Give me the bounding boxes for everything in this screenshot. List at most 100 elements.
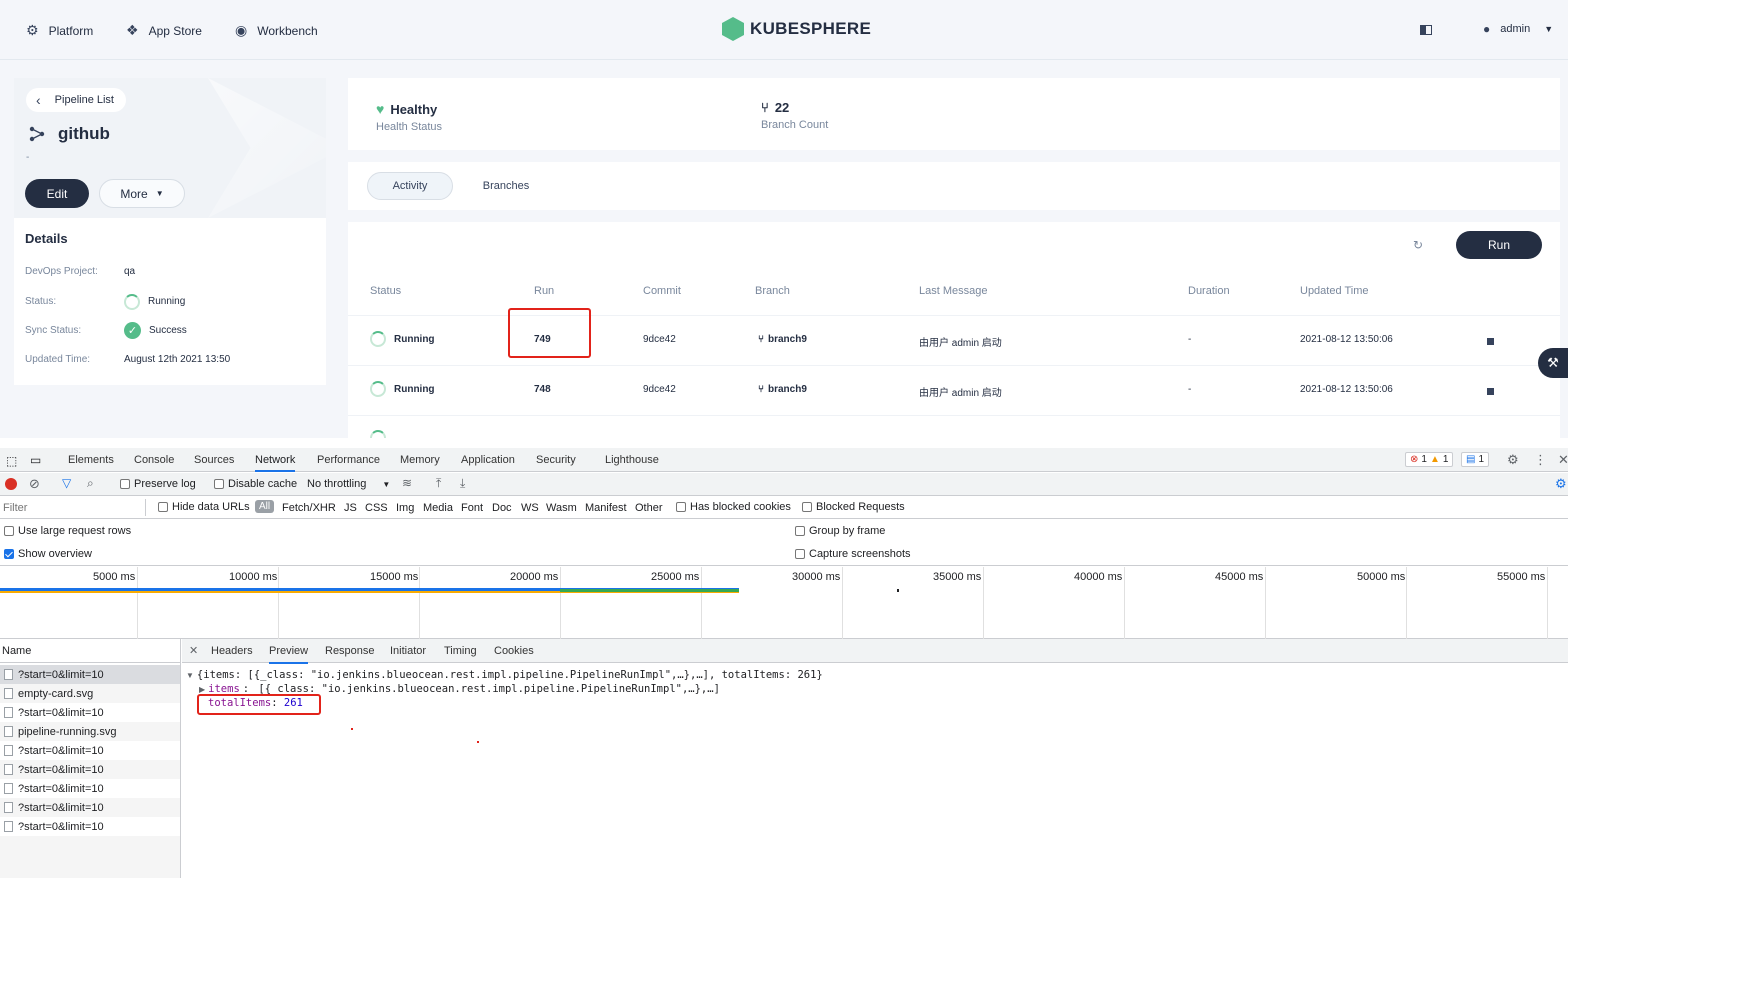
checkbox[interactable]: [158, 502, 168, 512]
timeline-tick: 20000 ms: [510, 571, 559, 583]
filter-type-ws[interactable]: WS: [521, 502, 539, 514]
has-blocked-cookies-checkbox[interactable]: Has blocked cookies: [676, 501, 791, 513]
request-row[interactable]: ?start=0&limit=10: [0, 741, 180, 760]
close-icon[interactable]: ✕: [1558, 452, 1568, 468]
devtools-tab-performance[interactable]: Performance: [317, 454, 380, 466]
row-branch[interactable]: branch9: [768, 334, 807, 345]
health-label: Health Status: [376, 121, 443, 133]
filter-type-css[interactable]: CSS: [365, 502, 388, 514]
network-filter-input[interactable]: [0, 499, 146, 516]
filter-type-img[interactable]: Img: [396, 502, 414, 514]
inspect-element-icon[interactable]: ⬚: [6, 454, 17, 468]
nav-platform[interactable]: ⚙ Platform: [26, 22, 93, 39]
group-by-frame-checkbox[interactable]: Group by frame: [795, 525, 885, 537]
large-rows-checkbox[interactable]: Use large request rows: [4, 525, 131, 537]
request-row[interactable]: ?start=0&limit=10: [0, 703, 180, 722]
checkbox[interactable]: [795, 549, 805, 559]
devtools-tab-sources[interactable]: Sources: [194, 454, 234, 466]
close-detail-icon[interactable]: ✕: [189, 644, 198, 657]
devtools-tab-security[interactable]: Security: [536, 454, 576, 466]
detail-tab-timing[interactable]: Timing: [444, 645, 477, 657]
run-button[interactable]: Run: [1456, 231, 1542, 259]
checkbox[interactable]: [676, 502, 686, 512]
refresh-icon[interactable]: ↻: [1413, 238, 1423, 252]
network-overview-timeline[interactable]: 5000 ms 10000 ms 15000 ms 20000 ms 25000…: [0, 567, 1568, 639]
devtools-tab-memory[interactable]: Memory: [400, 454, 440, 466]
table-row[interactable]: Running 748 9dce42 ⑂ branch9 由用户 admin 启…: [348, 365, 1560, 415]
request-row[interactable]: empty-card.svg: [0, 684, 180, 703]
toolbox-icon[interactable]: [1420, 25, 1432, 35]
filter-type-other[interactable]: Other: [635, 502, 663, 514]
filter-type-fetch-xhr[interactable]: Fetch/XHR: [282, 502, 336, 514]
hide-data-urls-checkbox[interactable]: Hide data URLs: [158, 501, 250, 513]
request-row[interactable]: ?start=0&limit=10: [0, 817, 180, 836]
request-row[interactable]: ?start=0&limit=10: [0, 760, 180, 779]
tab-branches[interactable]: Branches: [463, 172, 549, 200]
request-row[interactable]: pipeline-running.svg: [0, 722, 180, 741]
import-har-icon[interactable]: ⤒: [436, 476, 441, 491]
detail-tab-preview[interactable]: Preview: [269, 645, 309, 664]
checkbox[interactable]: [4, 526, 14, 536]
filter-icon[interactable]: ▽: [62, 476, 71, 490]
nav-workbench[interactable]: ◉ Workbench: [235, 22, 318, 39]
device-toolbar-icon[interactable]: ▭: [30, 453, 41, 467]
filter-type-font[interactable]: Font: [461, 502, 483, 514]
filter-type-manifest[interactable]: Manifest: [585, 502, 627, 514]
detail-tab-response[interactable]: Response: [325, 645, 375, 657]
throttling-select[interactable]: No throttling ▼: [307, 478, 390, 490]
row-run-number[interactable]: 748: [534, 384, 551, 395]
user-menu[interactable]: ● admin ▼: [1483, 22, 1553, 36]
edit-button[interactable]: Edit: [25, 179, 89, 208]
request-row[interactable]: ?start=0&limit=10: [0, 798, 180, 817]
detail-tab-cookies[interactable]: Cookies: [494, 645, 534, 657]
detail-tab-initiator[interactable]: Initiator: [390, 645, 426, 657]
table-row[interactable]: [348, 415, 1560, 446]
detail-tab-headers[interactable]: Headers: [211, 645, 253, 657]
kubesphere-logo[interactable]: KUBESPHERE: [722, 17, 871, 41]
request-row[interactable]: ?start=0&limit=10: [0, 779, 180, 798]
tab-activity[interactable]: Activity: [367, 172, 453, 200]
filter-type-all[interactable]: All: [255, 500, 275, 513]
clear-icon[interactable]: ⊘: [29, 476, 40, 492]
devtools-tab-application[interactable]: Application: [461, 454, 515, 466]
messages-badge[interactable]: ▤ 1: [1461, 452, 1490, 467]
export-har-icon[interactable]: ⤓: [460, 476, 465, 491]
preserve-log-checkbox[interactable]: Preserve log: [120, 478, 196, 490]
devtools-tab-console[interactable]: Console: [134, 454, 174, 466]
nav-app-store[interactable]: ❖ App Store: [126, 22, 202, 39]
filter-type-doc[interactable]: Doc: [492, 502, 512, 514]
record-icon[interactable]: [5, 478, 17, 490]
network-conditions-icon[interactable]: ≋: [402, 476, 412, 490]
devtools-tab-lighthouse[interactable]: Lighthouse: [605, 454, 659, 466]
json-root[interactable]: ▼ {items: [{_class: "io.jenkins.blueocea…: [186, 668, 823, 682]
network-settings-gear-icon[interactable]: ⚙: [1555, 476, 1567, 492]
checkbox[interactable]: [214, 479, 224, 489]
more-button[interactable]: More ▼: [99, 179, 185, 208]
devtools-tab-network[interactable]: Network: [255, 454, 296, 472]
checkbox[interactable]: [802, 502, 812, 512]
search-icon[interactable]: ⌕: [87, 476, 94, 491]
row-branch[interactable]: branch9: [768, 384, 807, 395]
timeline-tick: 15000 ms: [370, 571, 419, 583]
checkbox[interactable]: [120, 479, 130, 489]
filter-type-media[interactable]: Media: [423, 502, 453, 514]
blocked-requests-checkbox[interactable]: Blocked Requests: [802, 501, 905, 513]
name-column-header[interactable]: Name: [0, 639, 180, 663]
filter-type-js[interactable]: JS: [344, 502, 357, 514]
detail-devops-project: DevOps Project: qa: [25, 266, 135, 277]
back-to-pipeline-list[interactable]: ‹ Pipeline List: [26, 88, 126, 112]
more-vertical-icon[interactable]: ⋮: [1534, 452, 1547, 468]
stop-icon[interactable]: [1487, 388, 1494, 395]
settings-gear-icon[interactable]: ⚙: [1507, 452, 1519, 468]
filter-type-wasm[interactable]: Wasm: [546, 502, 577, 514]
tools-hammer-icon[interactable]: ⚒: [1538, 348, 1568, 378]
checkbox-checked[interactable]: [4, 549, 14, 559]
request-row[interactable]: ?start=0&limit=10: [0, 665, 180, 684]
checkbox[interactable]: [795, 526, 805, 536]
capture-screenshots-checkbox[interactable]: Capture screenshots: [795, 548, 911, 560]
issues-badge[interactable]: ⊗ 1 ▲ 1: [1405, 452, 1454, 467]
disable-cache-checkbox[interactable]: Disable cache: [214, 478, 297, 490]
show-overview-checkbox[interactable]: Show overview: [4, 548, 92, 560]
stop-icon[interactable]: [1487, 338, 1494, 345]
devtools-tab-elements[interactable]: Elements: [68, 454, 114, 466]
